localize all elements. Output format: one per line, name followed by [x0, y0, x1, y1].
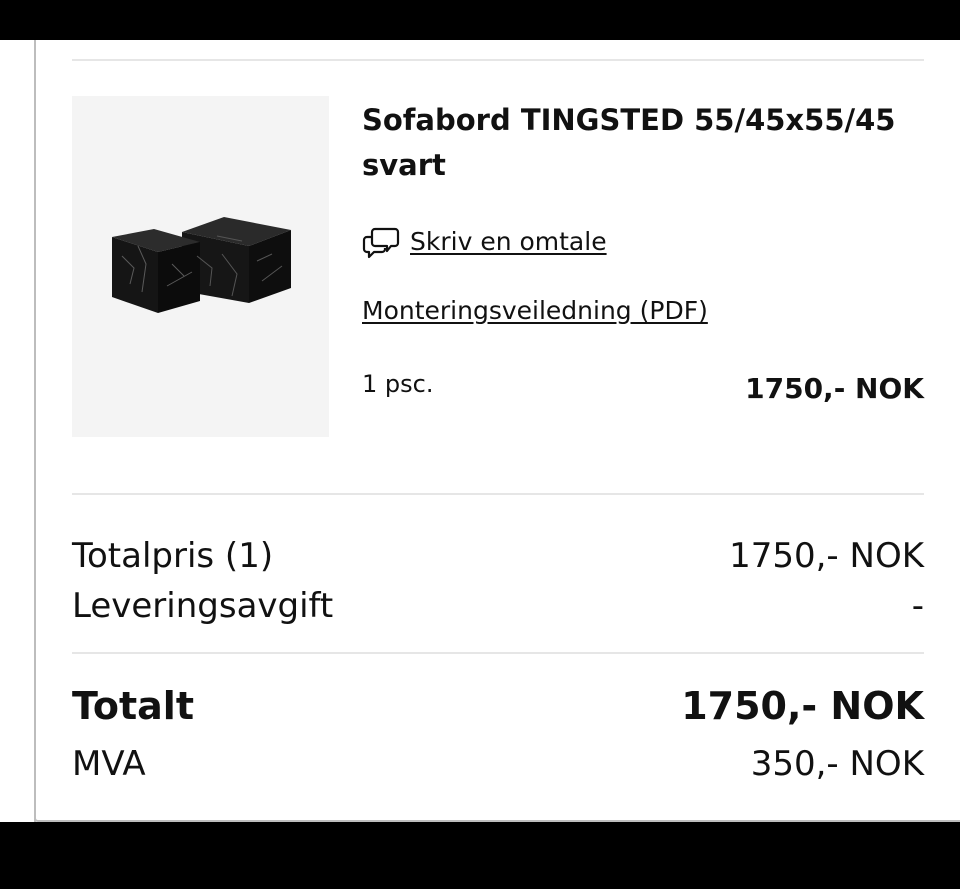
- product-title: Sofabord TINGSTED 55/45x55/45 svart: [362, 103, 896, 182]
- line-item-price: 1750,- NOK: [745, 372, 924, 405]
- subtotal-label: Totalpris (1): [72, 536, 274, 576]
- top-black-bar: [0, 0, 960, 40]
- delivery-fee-label: Leveringsavgift: [72, 586, 334, 626]
- total-value: 1750,- NOK: [681, 684, 924, 728]
- product-image[interactable]: [72, 96, 329, 437]
- total-divider: [72, 652, 924, 654]
- subtotal-value: 1750,- NOK: [729, 536, 924, 576]
- summary-divider: [72, 493, 924, 495]
- vat-label: MVA: [72, 744, 146, 784]
- speech-bubbles-icon: [362, 227, 400, 259]
- write-review-link[interactable]: Skriv en omtale: [410, 227, 607, 256]
- delivery-fee-value: -: [911, 586, 924, 626]
- vat-value: 350,- NOK: [750, 744, 924, 784]
- bottom-black-bar: [0, 822, 960, 889]
- quantity-text: 1 psc.: [362, 370, 434, 398]
- top-divider: [72, 59, 924, 61]
- total-label: Totalt: [72, 684, 194, 728]
- marble-cube-tables-image: [112, 217, 291, 313]
- assembly-manual-link[interactable]: Monteringsveiledning (PDF): [362, 296, 708, 325]
- review-link-row[interactable]: Skriv en omtale: [362, 222, 607, 260]
- panel-left-border: [34, 40, 36, 822]
